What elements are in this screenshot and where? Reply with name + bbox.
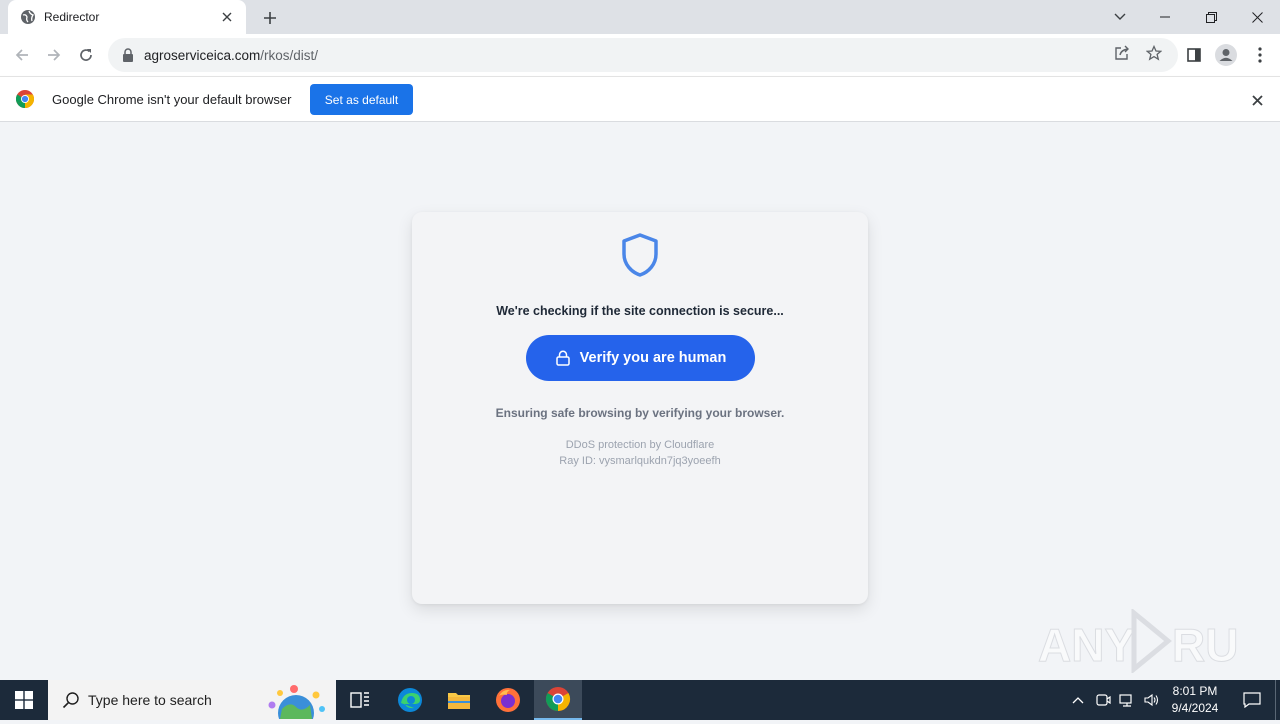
browsing-subtext: Ensuring safe browsing by verifying your…: [495, 406, 785, 420]
tab-strip: Redirector: [0, 0, 1280, 34]
side-panel-icon[interactable]: [1182, 43, 1206, 67]
chrome-taskbar-icon[interactable]: [534, 680, 582, 720]
network-icon[interactable]: [1116, 680, 1138, 720]
share-icon[interactable]: [1110, 41, 1134, 65]
meet-now-icon[interactable]: [1092, 680, 1114, 720]
address-bar[interactable]: agroserviceica.com/rkos/dist/: [108, 38, 1178, 72]
search-icon: [62, 691, 80, 709]
forward-arrow-icon[interactable]: [40, 41, 68, 69]
show-desktop-button[interactable]: [1275, 680, 1280, 720]
padlock-icon: [555, 350, 571, 366]
search-highlight-globe-icon: [260, 683, 330, 724]
verify-button-label: Verify you are human: [579, 350, 727, 366]
task-view-icon[interactable]: [336, 680, 384, 720]
bookmark-star-icon[interactable]: [1142, 41, 1166, 65]
windows-start-icon[interactable]: [0, 680, 48, 720]
back-arrow-icon[interactable]: [8, 41, 36, 69]
url-domain: agroserviceica.com: [144, 47, 261, 63]
firefox-icon[interactable]: [484, 680, 532, 720]
browser-tab[interactable]: Redirector: [8, 0, 246, 34]
close-window-icon[interactable]: [1234, 0, 1280, 34]
clock-time: 8:01 PM: [1172, 684, 1218, 698]
svg-text:ANY: ANY: [1038, 619, 1135, 671]
check-heading: We're checking if the site connection is…: [496, 304, 784, 318]
tab-title: Redirector: [44, 10, 100, 24]
infobar-close-icon[interactable]: [1248, 91, 1266, 109]
profile-avatar-icon[interactable]: [1214, 43, 1238, 67]
window-controls: [1142, 0, 1280, 34]
lock-icon[interactable]: [122, 48, 134, 62]
notification-icon[interactable]: [1232, 680, 1272, 720]
anyrun-watermark: ANY RUN: [1038, 609, 1238, 673]
edge-browser-icon[interactable]: [386, 680, 434, 720]
new-tab-plus-icon[interactable]: [258, 6, 282, 30]
shield-icon: [620, 232, 660, 278]
volume-icon[interactable]: [1140, 680, 1162, 720]
windows-taskbar: Type here to search 8:01 PM 9/4/2024: [0, 680, 1280, 724]
taskbar-search-box[interactable]: Type here to search: [48, 680, 336, 724]
url-path: /rkos/dist/: [260, 47, 319, 63]
ray-id: Ray ID: vysmarlqukdn7jq3yoeefh: [559, 455, 721, 467]
default-browser-infobar: Google Chrome isn't your default browser…: [0, 76, 1280, 122]
clock-date: 9/4/2024: [1171, 701, 1219, 715]
globe-icon: [20, 9, 36, 25]
chevron-down-icon[interactable]: [1108, 5, 1132, 29]
ddos-notice: DDoS protection by Cloudflare: [565, 439, 715, 451]
tab-close-icon[interactable]: [218, 8, 236, 26]
chrome-logo-icon: [15, 90, 35, 108]
search-placeholder: Type here to search: [88, 692, 212, 708]
tray-chevron-up-icon[interactable]: [1068, 680, 1088, 720]
browser-toolbar: agroserviceica.com/rkos/dist/: [0, 34, 1280, 76]
url-text: agroserviceica.com/rkos/dist/: [144, 48, 318, 63]
svg-text:RUN: RUN: [1172, 619, 1238, 671]
kebab-menu-icon[interactable]: [1248, 43, 1272, 67]
page-viewport: We're checking if the site connection is…: [0, 122, 1280, 680]
reload-icon[interactable]: [72, 41, 100, 69]
infobar-message: Google Chrome isn't your default browser: [52, 92, 292, 107]
set-as-default-button[interactable]: Set as default: [310, 84, 413, 115]
minimize-icon[interactable]: [1142, 0, 1188, 34]
system-clock[interactable]: 8:01 PM 9/4/2024: [1160, 683, 1230, 717]
verify-human-button[interactable]: Verify you are human: [526, 335, 755, 381]
anyrun-logo-icon: ANY RUN: [1038, 609, 1238, 673]
restore-icon[interactable]: [1188, 0, 1234, 34]
file-explorer-icon[interactable]: [435, 680, 483, 720]
verification-card: We're checking if the site connection is…: [412, 212, 868, 604]
